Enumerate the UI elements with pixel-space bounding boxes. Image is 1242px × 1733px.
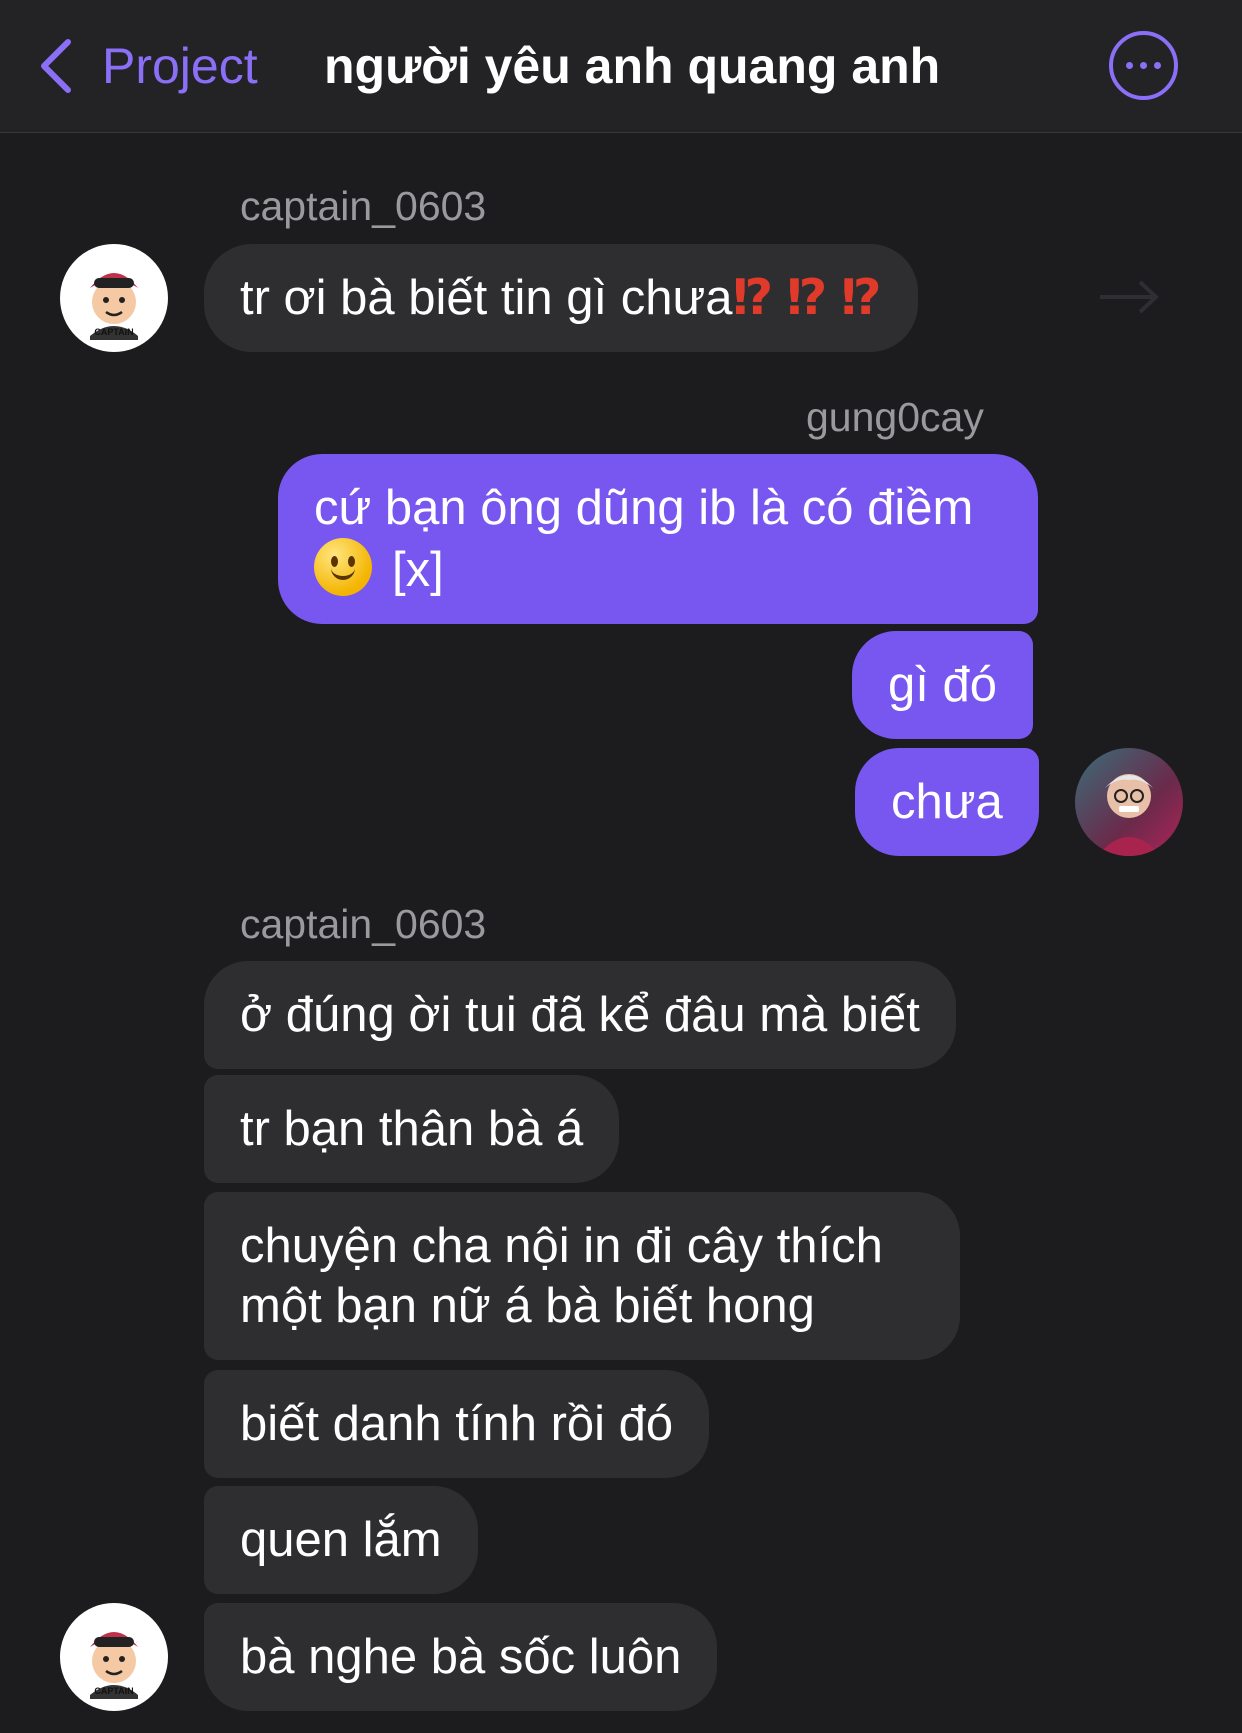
message-text: gì đó [888,658,997,712]
message-bubble-incoming[interactable]: ở đúng ời tui đã kể đâu mà biết [204,961,956,1069]
user-avatar-icon [1097,774,1161,856]
back-button[interactable]: Project [36,36,258,96]
message-text: tr bạn thân bà á [240,1102,584,1156]
forward-arrow-icon[interactable] [1096,272,1206,322]
message-bubble-outgoing[interactable]: cứ bạn ông dũng ib là có điềm [x] [278,454,1038,624]
chevron-left-icon [41,39,71,93]
message-text: tr ơi bà biết tin gì chưa [240,271,733,325]
sender-name: gung0cay [806,394,984,440]
message-text: ở đúng ời tui đã kể đâu mà biết [240,988,920,1042]
message-bubble-incoming[interactable]: quen lắm [204,1486,478,1594]
avatar-captain[interactable]: CAPTAIN [60,244,168,352]
captain-badge-text: CAPTAIN [94,327,133,337]
captain-avatar-icon: CAPTAIN [90,273,138,340]
message-bubble-incoming[interactable]: tr ơi bà biết tin gì chưa⁉ ⁉ ⁉ [204,244,918,352]
message-bubble-incoming[interactable]: biết danh tính rồi đó [204,1370,710,1478]
slightly-smiling-face-emoji [314,538,372,596]
message-bubble-incoming[interactable]: tr bạn thân bà á [204,1075,620,1183]
captain-avatar-icon: CAPTAIN [90,1632,138,1699]
message-text: bà nghe bà sốc luôn [240,1630,682,1684]
message-text: cứ bạn ông dũng ib là có điềm [314,481,974,535]
chat-title: người yêu anh quang anh [324,38,941,94]
sender-name: captain_0603 [240,901,487,947]
message-text: [x] [392,543,444,597]
message-text: quen lắm [240,1513,442,1567]
sender-name: captain_0603 [240,183,487,229]
chat-header: Project người yêu anh quang anh [0,0,1242,133]
ellipsis-icon [1126,62,1133,69]
avatar-user[interactable] [1075,748,1183,856]
back-label: Project [102,38,258,94]
more-options-button[interactable] [1109,31,1178,100]
message-bubble-incoming[interactable]: bà nghe bà sốc luôn [204,1603,718,1711]
message-text: một bạn nữ á bà biết hong [240,1279,815,1333]
message-bubble-outgoing[interactable]: gì đó [852,631,1033,739]
message-text: chưa [891,775,1003,829]
message-bubble-outgoing[interactable]: chưa [855,748,1039,856]
avatar-captain[interactable]: CAPTAIN [60,1603,168,1711]
message-text: chuyện cha nội in đi cây thích [240,1219,883,1273]
captain-badge-text: CAPTAIN [94,1686,133,1696]
message-bubble-incoming[interactable]: chuyện cha nội in đi cây thích một bạn n… [204,1192,960,1360]
message-text: biết danh tính rồi đó [240,1397,674,1451]
exclamation-question-emoji: ⁉ ⁉ ⁉ [732,271,882,325]
